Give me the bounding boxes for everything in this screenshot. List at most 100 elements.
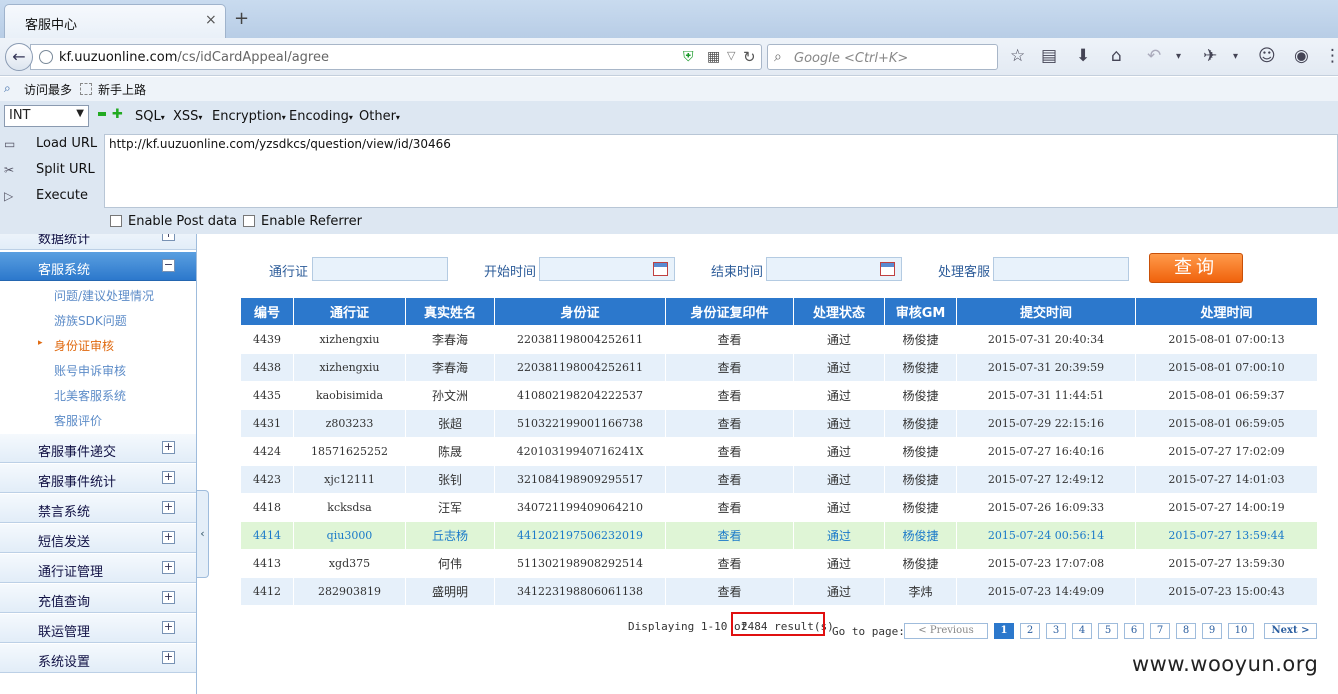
url-dropdown-icon[interactable]: ▽ (727, 49, 735, 62)
expand-icon[interactable]: + (162, 441, 175, 454)
page-number-button[interactable]: 10 (1228, 623, 1254, 639)
menu-encryption[interactable]: Encryption▾ (212, 109, 286, 124)
hackbar-url-textarea[interactable]: http://kf.uuzuonline.com/yzsdkcs/questio… (104, 134, 1338, 208)
url-text[interactable]: kf.uuzuonline.com/cs/idCardAppeal/agree (59, 50, 329, 65)
reading-list-icon[interactable]: ▤ (1041, 46, 1057, 66)
page-number-button[interactable]: 4 (1072, 623, 1092, 639)
sidebar-section-settings[interactable]: 系统设置 + (0, 644, 196, 673)
chat-icon[interactable]: ☺ (1258, 46, 1276, 66)
tab-close-icon[interactable]: × (205, 12, 217, 28)
site-identity-icon[interactable] (39, 50, 53, 64)
page-number-button[interactable]: 6 (1124, 623, 1144, 639)
expand-icon[interactable]: + (162, 501, 175, 514)
account-input[interactable] (312, 257, 448, 281)
query-button[interactable]: 查询 (1149, 253, 1243, 283)
sidebar-collapse-handle[interactable]: ‹ (197, 490, 209, 578)
account-icon[interactable]: ◉ (1294, 46, 1309, 66)
addon-dropdown-icon[interactable]: ▾ (1233, 51, 1238, 62)
sidebar-section-event-stats[interactable]: 客服事件统计 + (0, 464, 196, 493)
sidebar-section-stats[interactable]: 数据统计 + (0, 234, 196, 250)
sidebar-section-customer-service[interactable]: 客服系统 − (0, 252, 196, 281)
table-row[interactable]: 4418 kcksdsa 汪军 340721199409064210 查看 通过 杨俊捷 20… (240, 493, 1318, 522)
hackbar-type-select[interactable]: INT ▼ (4, 105, 89, 127)
view-copy-link[interactable]: 查看 (665, 353, 794, 382)
table-row[interactable]: 4435 kaobisimida 孙文洲 410802198204222537 查看 通过… (240, 381, 1318, 410)
menu-sql[interactable]: SQL▾ (135, 109, 165, 124)
undo-dropdown-icon[interactable]: ▾ (1176, 51, 1181, 62)
view-copy-link[interactable]: 查看 (665, 549, 794, 578)
split-url-button[interactable]: ✂ Split URL (0, 159, 104, 183)
reload-icon[interactable]: ↻ (743, 48, 756, 66)
sidebar-item-idcard-review[interactable]: 身份证审核 (54, 337, 114, 354)
view-copy-link[interactable]: 查看 (665, 381, 794, 410)
sidebar-section-mute[interactable]: 禁言系统 + (0, 494, 196, 523)
table-row[interactable]: 4424 18571625252 陈晟 42010319940716241X 查看 通过杨… (240, 437, 1318, 466)
bookmark-star-icon[interactable]: ☆ (1010, 46, 1025, 66)
sidebar-item-rating[interactable]: 客服评价 (54, 412, 102, 429)
page-number-button[interactable]: 5 (1098, 623, 1118, 639)
home-icon[interactable]: ⌂ (1111, 46, 1122, 66)
enable-referrer-checkbox[interactable]: Enable Referrer (243, 214, 362, 229)
next-page-button[interactable]: Next > (1264, 623, 1317, 639)
menu-other[interactable]: Other▾ (359, 109, 400, 124)
end-time-input[interactable] (766, 257, 902, 281)
table-row[interactable]: 4423 xjc12111 张钊 321084198909295517 查看 通过 杨俊捷 2… (240, 465, 1318, 494)
sidebar-section-recharge[interactable]: 充值查询 + (0, 584, 196, 613)
table-row[interactable]: 4438 xizhengxiu 李春海 220381198004252611 查看 通过杨… (240, 353, 1318, 382)
back-button[interactable]: ← (5, 43, 33, 71)
table-row[interactable]: 4413 xgd375 何伟 511302198908292514 查看 通过 杨俊捷 201… (240, 549, 1318, 578)
expand-icon[interactable]: + (162, 591, 175, 604)
expand-icon[interactable]: + (162, 234, 175, 241)
minus-icon[interactable] (98, 112, 106, 116)
expand-icon[interactable]: + (162, 621, 175, 634)
page-number-button[interactable]: 1 (994, 623, 1014, 639)
plus-icon[interactable]: ✚ (112, 107, 123, 122)
sidebar-item-north-america[interactable]: 北美客服系统 (54, 387, 126, 404)
page-number-button[interactable]: 8 (1176, 623, 1196, 639)
calendar-icon[interactable] (880, 262, 895, 276)
view-copy-link[interactable]: 查看 (665, 409, 794, 438)
undo-icon[interactable]: ↶ (1147, 46, 1161, 66)
page-number-button[interactable]: 9 (1202, 623, 1222, 639)
table-row[interactable]: 4439 xizhengxiu 李春海 220381198004252611 查看 通过杨… (240, 325, 1318, 354)
sidebar-item-feedback[interactable]: 问题/建议处理情况 (54, 287, 154, 304)
agent-input[interactable] (993, 257, 1129, 281)
expand-icon[interactable]: + (162, 651, 175, 664)
table-row[interactable]: 4412 282903819 盛明明 341223198806061138 查看 通过 李炜… (240, 577, 1318, 606)
view-copy-link[interactable]: 查看 (665, 521, 794, 550)
view-copy-link[interactable]: 查看 (665, 493, 794, 522)
page-number-button[interactable]: 7 (1150, 623, 1170, 639)
enable-post-data-checkbox[interactable]: Enable Post data (110, 214, 237, 229)
view-copy-link[interactable]: 查看 (665, 437, 794, 466)
browser-tab[interactable]: 客服中心 × (4, 4, 226, 38)
qr-code-icon[interactable]: ▦ (707, 49, 720, 65)
sidebar-section-sms[interactable]: 短信发送 + (0, 524, 196, 553)
menu-icon[interactable]: ⋮ (1324, 46, 1338, 66)
sidebar-item-sdk[interactable]: 游族SDK问题 (54, 312, 127, 329)
calendar-icon[interactable] (653, 262, 668, 276)
search-box[interactable]: ⌕ Google <Ctrl+K> (767, 44, 998, 70)
addon-icon[interactable]: ✈ (1203, 46, 1217, 66)
expand-icon[interactable]: + (162, 471, 175, 484)
page-number-button[interactable]: 3 (1046, 623, 1066, 639)
expand-icon[interactable]: + (162, 531, 175, 544)
menu-encoding[interactable]: Encoding▾ (289, 109, 353, 124)
address-bar[interactable]: kf.uuzuonline.com/cs/idCardAppeal/agree … (30, 44, 762, 70)
table-row[interactable]: 4431 z803233 张超 510322199001166738 查看 通过 杨俊捷 20… (240, 409, 1318, 438)
start-time-input[interactable] (539, 257, 675, 281)
sidebar-section-event-submit[interactable]: 客服事件递交 + (0, 434, 196, 463)
page-number-button[interactable]: 2 (1020, 623, 1040, 639)
load-url-button[interactable]: ▭ Load URL (0, 133, 104, 157)
expand-icon[interactable]: + (162, 561, 175, 574)
sidebar-section-account-mgmt[interactable]: 通行证管理 + (0, 554, 196, 583)
menu-xss[interactable]: XSS▾ (173, 109, 202, 124)
collapse-icon[interactable]: − (162, 259, 175, 272)
sidebar-section-partner[interactable]: 联运管理 + (0, 614, 196, 643)
new-tab-button[interactable]: + (234, 8, 249, 29)
download-icon[interactable]: ⬇ (1076, 46, 1090, 66)
view-copy-link[interactable]: 查看 (665, 577, 794, 606)
execute-button[interactable]: ▷ Execute (0, 185, 104, 209)
sidebar-item-account-appeal[interactable]: 账号申诉审核 (54, 362, 126, 379)
bookmark-getting-started[interactable]: 新手上路 (98, 81, 146, 98)
previous-page-button[interactable]: < Previous (904, 623, 988, 639)
